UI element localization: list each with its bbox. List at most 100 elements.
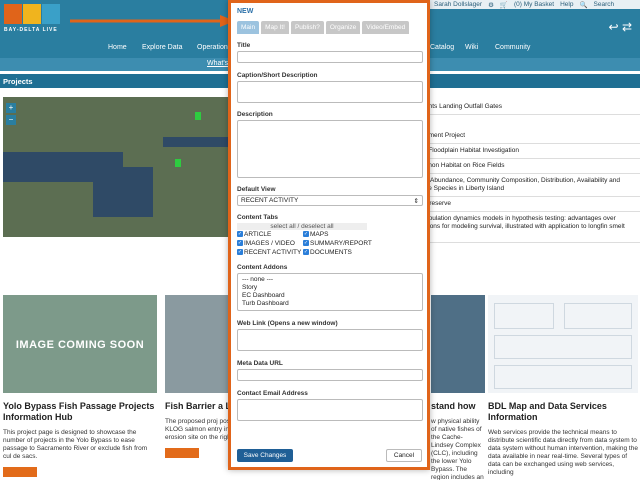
list-item[interactable]: Preserve: [425, 197, 640, 212]
settings-icon[interactable]: ⚙: [488, 1, 494, 9]
contact-email-label: Contact Email Address: [237, 390, 308, 397]
help-link[interactable]: Help: [560, 1, 573, 8]
modal-tabs: Main Map It! Publish? Organize Video/Emb…: [237, 21, 410, 34]
site-logo[interactable]: BAY-DELTA LIVE: [4, 4, 62, 40]
project-list: ghts Landing Outfall Gates ement Project…: [425, 100, 640, 243]
addon-option[interactable]: --- none ---: [242, 276, 418, 284]
map-water: [163, 137, 233, 147]
description-textarea[interactable]: [237, 120, 423, 178]
caption-textarea[interactable]: [237, 81, 423, 103]
project-card[interactable]: BDL Map and Data Services Information We…: [488, 295, 638, 477]
map-marker[interactable]: [195, 112, 201, 120]
search-link[interactable]: Search: [594, 1, 615, 8]
map-marker[interactable]: [175, 159, 181, 167]
card-title[interactable]: BDL Map and Data Services Information: [488, 401, 638, 423]
zoom-out-button[interactable]: −: [6, 115, 16, 125]
list-item[interactable]: ghts Landing Outfall Gates: [425, 100, 640, 115]
list-item[interactable]: ement Project: [425, 129, 640, 144]
project-map[interactable]: + −: [3, 97, 233, 237]
back-icon[interactable]: ↩: [609, 20, 619, 34]
default-view-label: Default View: [237, 186, 276, 193]
content-addons-listbox[interactable]: --- none --- Story EC Dashboard Turb Das…: [237, 273, 423, 311]
tab-map-it[interactable]: Map It!: [261, 21, 289, 34]
checkbox-documents[interactable]: ✓ DOCUMENTS: [303, 249, 393, 256]
checkbox-checked-icon: ✓: [237, 249, 243, 255]
brand-name: BAY-DELTA LIVE: [4, 27, 58, 33]
select-all-link[interactable]: select all / deselect all: [237, 223, 367, 230]
nav-item-explore[interactable]: Explore Data: [142, 44, 182, 51]
zoom-in-button[interactable]: +: [6, 103, 16, 113]
subnav-link[interactable]: What's: [207, 60, 228, 67]
content-addons-label: Content Addons: [237, 264, 288, 271]
web-link-textarea[interactable]: [237, 329, 423, 351]
basket-link[interactable]: (0) My Basket: [514, 1, 554, 8]
content-tab-checkboxes: ✓ ARTICLE ✓ MAPS ✓ IMAGES / VIDEO ✓ SUMMARY/…: [237, 231, 423, 256]
checkbox-article[interactable]: ✓ ARTICLE: [237, 231, 303, 238]
list-item[interactable]: lmon Habitat on Rice Fields: [425, 159, 640, 174]
list-item[interactable]: l Floodplain Habitat Investigation: [425, 144, 640, 159]
tab-publish[interactable]: Publish?: [290, 21, 324, 34]
default-view-select[interactable]: RECENT ACTIVITY ⇕: [237, 195, 423, 206]
caption-label: Caption/Short Description: [237, 72, 318, 79]
nav-item-home[interactable]: Home: [108, 44, 127, 51]
card-title[interactable]: Yolo Bypass Fish Passage Projects Inform…: [3, 401, 157, 423]
card-text: Web services provide the technical means…: [488, 429, 638, 476]
save-changes-button[interactable]: Save Changes: [237, 449, 293, 462]
read-more-button[interactable]: [3, 467, 37, 477]
card-image: [431, 295, 485, 393]
cancel-button[interactable]: Cancel: [386, 449, 422, 462]
checkbox-label: MAPS: [310, 231, 329, 238]
checkbox-checked-icon: ✓: [303, 249, 309, 255]
tab-organize[interactable]: Organize: [325, 21, 361, 34]
checkbox-images-video[interactable]: ✓ IMAGES / VIDEO: [237, 240, 303, 247]
checkbox-maps[interactable]: ✓ MAPS: [303, 231, 393, 238]
checkbox-label: SUMMARY/REPORT: [310, 240, 372, 247]
tab-video-embed[interactable]: Video/Embed: [362, 21, 410, 34]
nav-item-operations[interactable]: Operations: [197, 44, 231, 51]
read-more-button[interactable]: [165, 448, 199, 458]
checkbox-checked-icon: ✓: [303, 240, 309, 246]
checkbox-label: RECENT ACTIVITY: [244, 249, 302, 256]
nav-item-wiki[interactable]: Wiki: [465, 44, 478, 51]
checkbox-recent-activity[interactable]: ✓ RECENT ACTIVITY: [237, 249, 303, 256]
checkbox-label: ARTICLE: [244, 231, 272, 238]
list-item[interactable]: e Abundance, Community Composition, Dist…: [425, 174, 640, 197]
card-text: w physical ability of native fishes of t…: [431, 418, 484, 480]
chart-thumbnail: [494, 303, 554, 329]
header-tools: ↩ ⇄: [609, 20, 632, 34]
addon-option[interactable]: Turb Dashboard: [242, 300, 418, 308]
chart-thumbnail: [564, 303, 632, 329]
addon-option[interactable]: EC Dashboard: [242, 292, 418, 300]
nav-item-community[interactable]: Community: [495, 44, 530, 51]
select-arrows-icon: ⇕: [413, 198, 419, 205]
meta-data-url-input[interactable]: [237, 369, 423, 381]
user-name[interactable]: Sarah Dollslager: [434, 1, 482, 8]
description-label: Description: [237, 111, 273, 118]
project-card[interactable]: stand how w physical ability of native f…: [431, 295, 485, 480]
search-icon[interactable]: 🔍: [579, 1, 587, 9]
modal-title: NEW: [237, 8, 254, 15]
tab-main[interactable]: Main: [237, 21, 260, 34]
content-tabs-label: Content Tabs: [237, 214, 279, 221]
checkbox-checked-icon: ✓: [237, 231, 243, 237]
list-item[interactable]: opulation dynamics models in hypothesis …: [425, 212, 640, 243]
card-title[interactable]: stand how: [431, 401, 485, 412]
default-view-value: RECENT ACTIVITY: [241, 197, 299, 204]
card-image: [488, 295, 638, 393]
addon-option[interactable]: Story: [242, 284, 418, 292]
contact-email-textarea[interactable]: [237, 399, 423, 421]
nav-item-catalog[interactable]: Catalog: [430, 44, 454, 51]
logo-tile: [4, 4, 22, 24]
title-input[interactable]: [237, 51, 423, 63]
project-card[interactable]: IMAGE COMING SOON Yolo Bypass Fish Passa…: [3, 295, 157, 477]
user-bar: Sarah Dollslager ⚙ 🛒 (0) My Basket Help …: [430, 0, 640, 9]
cart-icon[interactable]: 🛒: [500, 1, 508, 9]
checkbox-summary-report[interactable]: ✓ SUMMARY/REPORT: [303, 240, 393, 247]
web-link-label: Web Link (Opens a new window): [237, 320, 338, 327]
title-label: Title: [237, 42, 251, 49]
share-icon[interactable]: ⇄: [622, 20, 632, 34]
meta-data-url-label: Meta Data URL: [237, 360, 283, 367]
checkbox-label: IMAGES / VIDEO: [244, 240, 295, 247]
checkbox-label: DOCUMENTS: [310, 249, 352, 256]
map-water: [93, 167, 153, 217]
